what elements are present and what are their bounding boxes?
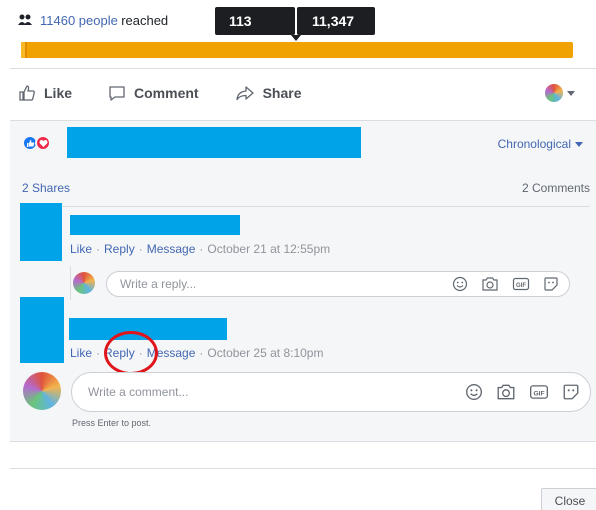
comment-input[interactable]: Write a comment... GIF [71, 372, 591, 412]
press-enter-hint: Press Enter to post. [72, 418, 152, 428]
comment-meta: Like · Reply · Message · October 21 at 12:55pm [70, 242, 331, 256]
like-label: Like [44, 85, 73, 101]
paid-reach-tooltip: 11,347 [297, 7, 375, 35]
organic-reach-tooltip: 113 [215, 7, 295, 35]
divider [22, 206, 590, 207]
shares-count[interactable]: 2 Shares [22, 181, 70, 195]
redacted-comment-text [70, 215, 240, 235]
close-button[interactable]: Close [541, 488, 596, 510]
share-button[interactable]: Share [235, 84, 302, 102]
reach-row: 11460 people reached [18, 10, 168, 30]
organic-reach-value: 113 [229, 13, 252, 29]
comment-button[interactable]: Comment [108, 84, 199, 102]
divider [10, 68, 596, 69]
comment-sort-dropdown[interactable]: Chronological [498, 137, 583, 151]
sticker-icon[interactable] [543, 276, 559, 292]
share-icon [235, 86, 254, 101]
reached-label: reached [121, 12, 169, 28]
comment-tools: GIF [465, 383, 580, 401]
people-reached-text: 11460 people reached [40, 13, 168, 28]
paid-reach-value: 11,347 [312, 13, 355, 29]
comment-sort-label: Chronological [497, 137, 571, 151]
redacted-avatar [20, 297, 64, 363]
chevron-down-icon [575, 141, 583, 147]
svg-text:GIF: GIF [533, 390, 544, 397]
annotation-circle [104, 331, 158, 375]
thread-line [70, 266, 71, 300]
gif-icon[interactable]: GIF [512, 276, 530, 292]
gif-icon[interactable]: GIF [529, 383, 549, 401]
redacted-reactors [67, 127, 361, 158]
comment-timestamp[interactable]: October 21 at 12:55pm [207, 242, 330, 256]
tooltip-arrow [291, 35, 301, 41]
divider [10, 468, 596, 469]
message-link[interactable]: Message [147, 242, 196, 256]
chevron-down-icon [567, 90, 575, 96]
avatar [545, 84, 563, 102]
like-link[interactable]: Like [70, 346, 92, 360]
reaction-icons[interactable] [22, 135, 51, 151]
like-link[interactable]: Like [70, 242, 92, 256]
emoji-icon[interactable] [452, 276, 468, 292]
comments-count[interactable]: 2 Comments [522, 181, 590, 195]
people-reached-link[interactable]: 11460 people [40, 13, 118, 28]
reply-placeholder: Write a reply... [120, 277, 197, 291]
thumbs-up-icon [19, 85, 35, 101]
people-icon [18, 14, 32, 26]
svg-text:GIF: GIF [516, 283, 526, 289]
like-button[interactable]: Like [18, 84, 72, 102]
reply-tools: GIF [452, 276, 559, 292]
camera-icon[interactable] [481, 276, 499, 292]
share-label: Share [262, 85, 302, 101]
comment-icon [109, 86, 125, 101]
comment-placeholder: Write a comment... [88, 385, 189, 399]
comment-timestamp[interactable]: October 25 at 8:10pm [207, 346, 323, 360]
post-as-selector[interactable] [545, 84, 575, 102]
reply-link[interactable]: Reply [104, 242, 135, 256]
avatar [23, 372, 61, 410]
reply-input[interactable]: Write a reply... GIF [106, 271, 570, 297]
sticker-icon[interactable] [562, 383, 580, 401]
redacted-avatar [20, 203, 62, 261]
reach-progress-fill [21, 42, 27, 58]
comment-label: Comment [134, 85, 199, 101]
emoji-icon[interactable] [465, 383, 483, 401]
post-actions: Like Comment Share [18, 80, 338, 106]
love-reaction-icon [35, 135, 51, 151]
reach-progress-bar [21, 42, 573, 58]
camera-icon[interactable] [496, 383, 516, 401]
avatar [73, 272, 95, 294]
